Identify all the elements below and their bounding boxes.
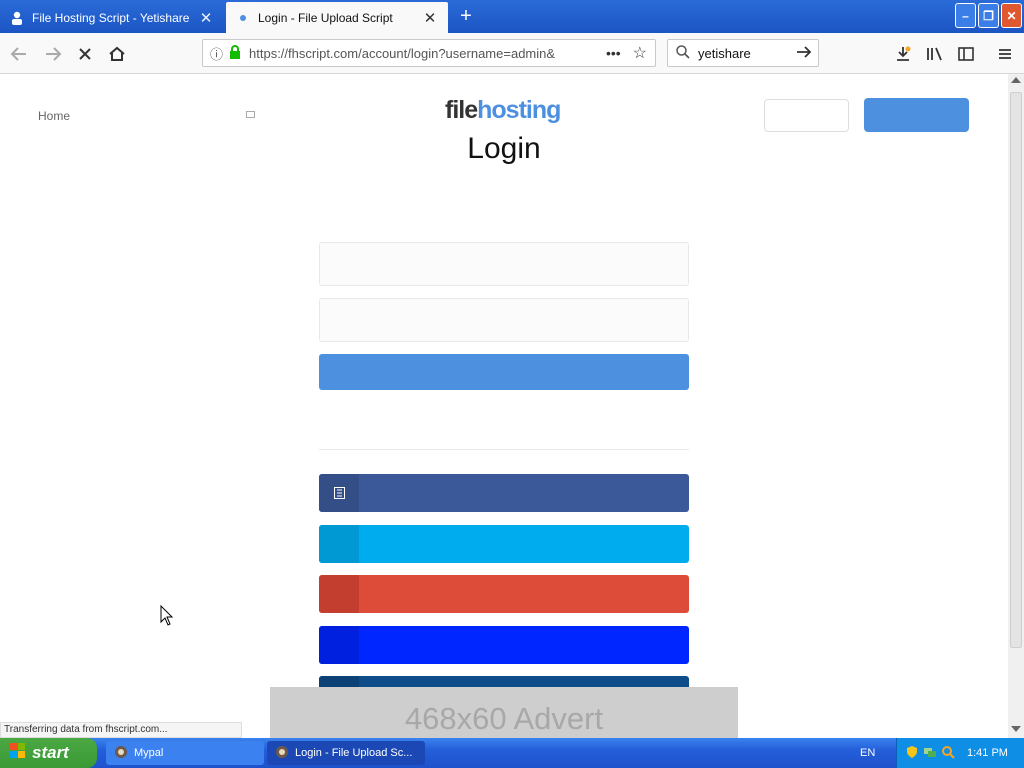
scroll-up-arrow-icon[interactable] [1011, 77, 1021, 83]
user-icon [10, 11, 24, 25]
facebook-icon [319, 474, 359, 512]
tab-yetishare[interactable]: File Hosting Script - Yetishare ✕ [0, 2, 224, 33]
system-tray: 1:41 PM [896, 738, 1024, 768]
forward-arrow-icon [46, 47, 62, 61]
taskbar-item-mypal[interactable]: Mypal [106, 741, 264, 765]
sidebar-icon [958, 47, 974, 61]
downloads-button[interactable] [890, 41, 916, 67]
menu-button[interactable] [992, 41, 1018, 67]
tab-label: File Hosting Script - Yetishare [32, 10, 190, 25]
address-bar[interactable]: ⓘ https://fhscript.com/account/login?use… [202, 39, 656, 67]
facebook-login-button[interactable] [319, 474, 689, 512]
home-button[interactable] [104, 41, 130, 67]
stop-icon [79, 48, 91, 60]
bookmark-star-icon[interactable]: ☆ [633, 43, 647, 63]
mouse-cursor-icon [160, 604, 174, 632]
home-icon [109, 46, 125, 61]
social-icon [319, 626, 359, 664]
security-shield-icon[interactable] [905, 745, 919, 762]
close-tab-icon[interactable]: ✕ [196, 8, 216, 28]
search-tray-icon[interactable] [941, 745, 955, 762]
sidebar-button[interactable] [953, 41, 979, 67]
search-icon [676, 44, 690, 62]
scrollbar[interactable] [1008, 74, 1024, 738]
social-login-button[interactable] [319, 626, 689, 664]
scrollbar-thumb[interactable] [1010, 92, 1022, 648]
search-input[interactable]: yetishare [698, 46, 796, 61]
close-window-button[interactable]: ✕ [1001, 3, 1022, 28]
lock-icon [229, 44, 241, 62]
maximize-button[interactable]: ❐ [978, 3, 999, 28]
site-logo[interactable]: filehosting [445, 96, 561, 125]
password-field[interactable] [319, 298, 689, 342]
nav-home-link[interactable]: Home [38, 109, 70, 123]
language-indicator[interactable]: EN [860, 747, 875, 759]
new-tab-button[interactable]: + [454, 5, 478, 29]
library-icon [927, 47, 942, 61]
scroll-down-arrow-icon[interactable] [1011, 726, 1021, 732]
google-icon [319, 575, 359, 613]
login-submit-button[interactable] [319, 354, 689, 390]
twitter-login-button[interactable] [319, 525, 689, 563]
search-bar[interactable]: yetishare [667, 39, 819, 67]
navigation-bar: ⓘ https://fhscript.com/account/login?use… [0, 33, 1024, 74]
windows-logo-icon [10, 742, 26, 764]
forward-button[interactable] [40, 41, 66, 67]
nav-toggle-icon[interactable] [246, 111, 255, 118]
tab-login[interactable]: Login - File Upload Script ✕ [226, 2, 448, 33]
tab-label: Login - File Upload Script [258, 10, 393, 25]
close-tab-icon[interactable]: ✕ [420, 8, 440, 28]
google-login-button[interactable] [319, 575, 689, 613]
library-button[interactable] [922, 41, 948, 67]
back-arrow-icon [10, 47, 26, 61]
loading-icon [236, 11, 250, 25]
start-button[interactable]: start [0, 738, 97, 768]
stop-button[interactable] [72, 41, 98, 67]
minimize-button[interactable]: – [955, 3, 976, 28]
divider [319, 449, 689, 450]
taskbar: start Mypal Login - File Upload Sc... EN… [0, 738, 1024, 768]
network-icon[interactable] [923, 745, 937, 762]
hamburger-menu-icon [999, 49, 1011, 59]
browser-app-icon [114, 745, 128, 762]
browser-app-icon [275, 745, 289, 762]
download-icon [897, 46, 911, 61]
tab-bar: File Hosting Script - Yetishare ✕ Login … [0, 0, 1024, 33]
taskbar-item-login[interactable]: Login - File Upload Sc... [267, 741, 425, 765]
url-text: https://fhscript.com/account/login?usern… [249, 45, 556, 61]
info-icon[interactable]: ⓘ [210, 44, 223, 63]
web-page: Home filehosting Login 468x60 Advert [0, 74, 1008, 738]
page-actions-icon[interactable]: ••• [606, 45, 621, 61]
status-bar: Transferring data from fhscript.com... [0, 722, 242, 738]
header-login-button[interactable] [764, 99, 849, 132]
page-title: Login [467, 132, 541, 165]
header-register-button[interactable] [864, 98, 969, 132]
username-field[interactable] [319, 242, 689, 286]
back-button[interactable] [6, 41, 32, 67]
clock[interactable]: 1:41 PM [967, 747, 1008, 759]
twitter-icon [319, 525, 359, 563]
advert-banner[interactable]: 468x60 Advert [270, 687, 738, 738]
search-go-icon[interactable] [796, 45, 812, 62]
